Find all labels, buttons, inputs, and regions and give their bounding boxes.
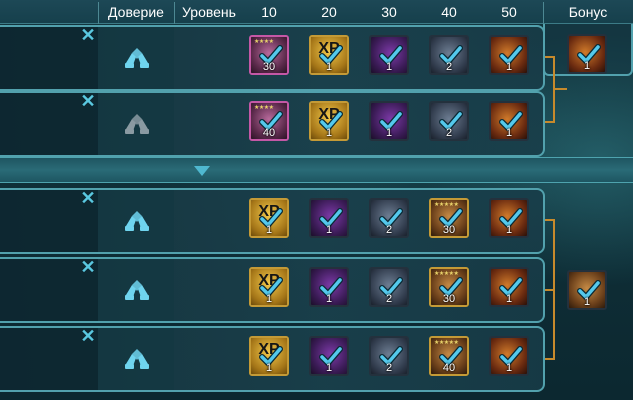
item-count: 2 (445, 127, 453, 139)
chevron-down-icon (194, 166, 210, 176)
reward-item-potion[interactable]: 1 (369, 35, 409, 75)
header-level-30: 30 (381, 4, 397, 20)
reward-item-tome[interactable]: 2 (369, 198, 409, 238)
item-count: 1 (505, 127, 513, 139)
item-count: 1 (505, 362, 513, 374)
item-count: 1 (265, 362, 273, 374)
close-icon[interactable]: ✕ (80, 92, 96, 110)
item-count: 1 (385, 61, 393, 73)
reward-item-tome[interactable]: 2 (369, 336, 409, 376)
close-icon[interactable]: ✕ (80, 26, 96, 44)
item-count: 1 (265, 224, 273, 236)
close-icon[interactable]: ✕ (80, 258, 96, 276)
item-count: 1 (505, 61, 513, 73)
header-level-40: 40 (441, 4, 457, 20)
header-level: Уровень (182, 4, 236, 20)
reward-item-champion[interactable]: ★★★★ 40 (249, 101, 289, 141)
handshake-icon (122, 344, 152, 374)
item-count: 1 (325, 61, 333, 73)
reward-item-xp-brew[interactable]: XP 1 (249, 267, 289, 307)
reward-item-xp-brew[interactable]: XP 1 (249, 198, 289, 238)
reward-item-fire-shard[interactable]: 1 (489, 267, 529, 307)
item-count: 2 (385, 293, 393, 305)
header-bonus: Бонус (568, 4, 608, 20)
reward-item-fire-shard[interactable]: 1 (489, 336, 529, 376)
reward-item-champion-gold[interactable]: ★★★★★ 30 (429, 267, 469, 307)
item-count: 30 (442, 224, 456, 236)
item-count: 1 (505, 293, 513, 305)
handshake-icon (122, 206, 152, 236)
handshake-icon (122, 109, 152, 139)
reward-item-fire-shard[interactable]: 1 (489, 101, 529, 141)
item-count: 1 (583, 296, 591, 308)
header-trust: Доверие (108, 4, 164, 20)
reward-item-tome[interactable]: 2 (429, 35, 469, 75)
item-count: 30 (442, 293, 456, 305)
reward-item-champion[interactable]: ★★★★ 30 (249, 35, 289, 75)
item-count: 1 (583, 60, 591, 72)
reward-item-tome[interactable]: 2 (369, 267, 409, 307)
reward-item-potion[interactable]: 1 (309, 336, 349, 376)
item-count: 1 (325, 127, 333, 139)
item-count: 1 (325, 362, 333, 374)
reward-item-fire-shard[interactable]: 1 (489, 35, 529, 75)
item-count: 30 (262, 61, 276, 73)
reward-item-champion-gold[interactable]: ★★★★★ 30 (429, 198, 469, 238)
item-count: 2 (385, 362, 393, 374)
item-count: 40 (262, 127, 276, 139)
item-count: 2 (385, 224, 393, 236)
close-icon[interactable]: ✕ (80, 327, 96, 345)
reward-item-xp-brew[interactable]: XP 1 (249, 336, 289, 376)
item-count: 40 (442, 362, 456, 374)
reward-item-fire-shard[interactable]: 1 (567, 34, 607, 74)
reward-item-potion[interactable]: 1 (369, 101, 409, 141)
item-count: 1 (505, 224, 513, 236)
header-divider (543, 2, 544, 24)
item-count: 1 (325, 224, 333, 236)
header-level-20: 20 (321, 4, 337, 20)
handshake-icon (122, 43, 152, 73)
handshake-icon (122, 275, 152, 305)
reward-item-xp-brew[interactable]: XP 1 (309, 101, 349, 141)
connector (553, 88, 567, 90)
reward-item-champion-gold[interactable]: ★★★★★ 40 (429, 336, 469, 376)
table-header: Доверие Уровень 10 20 30 40 50 Бонус (0, 0, 633, 24)
item-count: 1 (385, 127, 393, 139)
close-icon[interactable]: ✕ (80, 189, 96, 207)
reward-item-xp-brew[interactable]: XP 1 (309, 35, 349, 75)
item-count: 1 (325, 293, 333, 305)
reward-item-tome[interactable]: 2 (429, 101, 469, 141)
header-level-50: 50 (501, 4, 517, 20)
item-count: 1 (265, 293, 273, 305)
reward-item-fire-shard[interactable]: 1 (489, 198, 529, 238)
reward-item-potion[interactable]: 1 (309, 267, 349, 307)
reward-item-potion[interactable]: 1 (309, 198, 349, 238)
reward-item-champion-bonus[interactable]: 1 (567, 270, 607, 310)
header-level-10: 10 (261, 4, 277, 20)
group-separator (0, 157, 633, 183)
item-count: 2 (445, 61, 453, 73)
